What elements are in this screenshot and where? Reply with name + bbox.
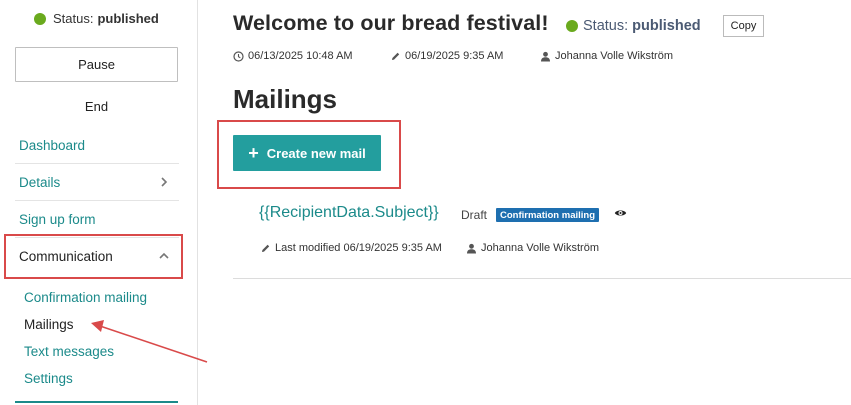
sidebar-item-label: Sign up form	[19, 211, 96, 227]
sidebar-item-details[interactable]: Details	[15, 164, 179, 201]
mailing-type-badge: Confirmation mailing	[496, 208, 599, 222]
pencil-icon	[392, 52, 400, 60]
section-title: Mailings	[233, 84, 338, 114]
chevron-right-icon	[161, 177, 168, 187]
status-dot-icon	[566, 20, 578, 32]
mailing-author-name: Johanna Volle Wikström	[481, 242, 599, 254]
sidebar-item-label: Dashboard	[19, 137, 86, 153]
clock-icon	[233, 50, 244, 62]
header-status-label: Status:	[583, 18, 629, 34]
meta-modified: 06/19/2025 9:35 AM	[390, 50, 503, 62]
sidebar-item-signup-form[interactable]: Sign up form	[15, 201, 179, 238]
sidebar-subitem-mailings[interactable]: Mailings	[24, 317, 74, 332]
end-button[interactable]: End	[15, 95, 178, 117]
eye-icon[interactable]	[614, 208, 627, 218]
mailing-state: Draft	[461, 208, 488, 222]
page-title: Welcome to our bread festival!	[233, 11, 549, 35]
sidebar-status: Status: published	[34, 11, 159, 26]
created-date: 06/13/2025 10:48 AM	[248, 50, 353, 62]
mailing-last-modified: Last modified 06/19/2025 9:35 AM	[260, 242, 442, 254]
sidebar-divider	[15, 401, 178, 403]
sidebar-status-label: Status:	[53, 11, 94, 26]
meta-created: 06/13/2025 10:48 AM	[233, 50, 353, 62]
status-dot-icon	[34, 12, 46, 25]
list-divider	[233, 278, 851, 279]
sidebar-subitem-text-messages[interactable]: Text messages	[24, 344, 114, 359]
pencil-icon	[262, 244, 270, 252]
user-icon	[467, 243, 476, 253]
highlight-create-button	[217, 120, 401, 189]
mailing-author: Johanna Volle Wikström	[466, 242, 599, 254]
sidebar: Status: published Pause End Dashboard De…	[0, 0, 198, 405]
modified-date: 06/19/2025 9:35 AM	[405, 50, 504, 62]
header-status: Status: published	[566, 18, 701, 34]
mailing-subject-link[interactable]: {{RecipientData.Subject}}	[259, 204, 439, 222]
mailing-modified-text: Last modified 06/19/2025 9:35 AM	[275, 242, 442, 254]
pause-button[interactable]: Pause	[15, 47, 178, 82]
sidebar-subitem-settings[interactable]: Settings	[24, 371, 73, 386]
user-icon	[541, 51, 550, 61]
header-status-value: published	[632, 18, 701, 34]
copy-button[interactable]: Copy	[723, 15, 764, 37]
highlight-communication	[4, 234, 183, 279]
author-name: Johanna Volle Wikström	[555, 50, 673, 62]
sidebar-item-dashboard[interactable]: Dashboard	[15, 127, 179, 164]
sidebar-status-value: published	[97, 11, 159, 26]
sidebar-subitem-confirmation-mailing[interactable]: Confirmation mailing	[24, 290, 147, 305]
sidebar-item-label: Details	[19, 174, 61, 190]
meta-author: Johanna Volle Wikström	[540, 50, 673, 62]
